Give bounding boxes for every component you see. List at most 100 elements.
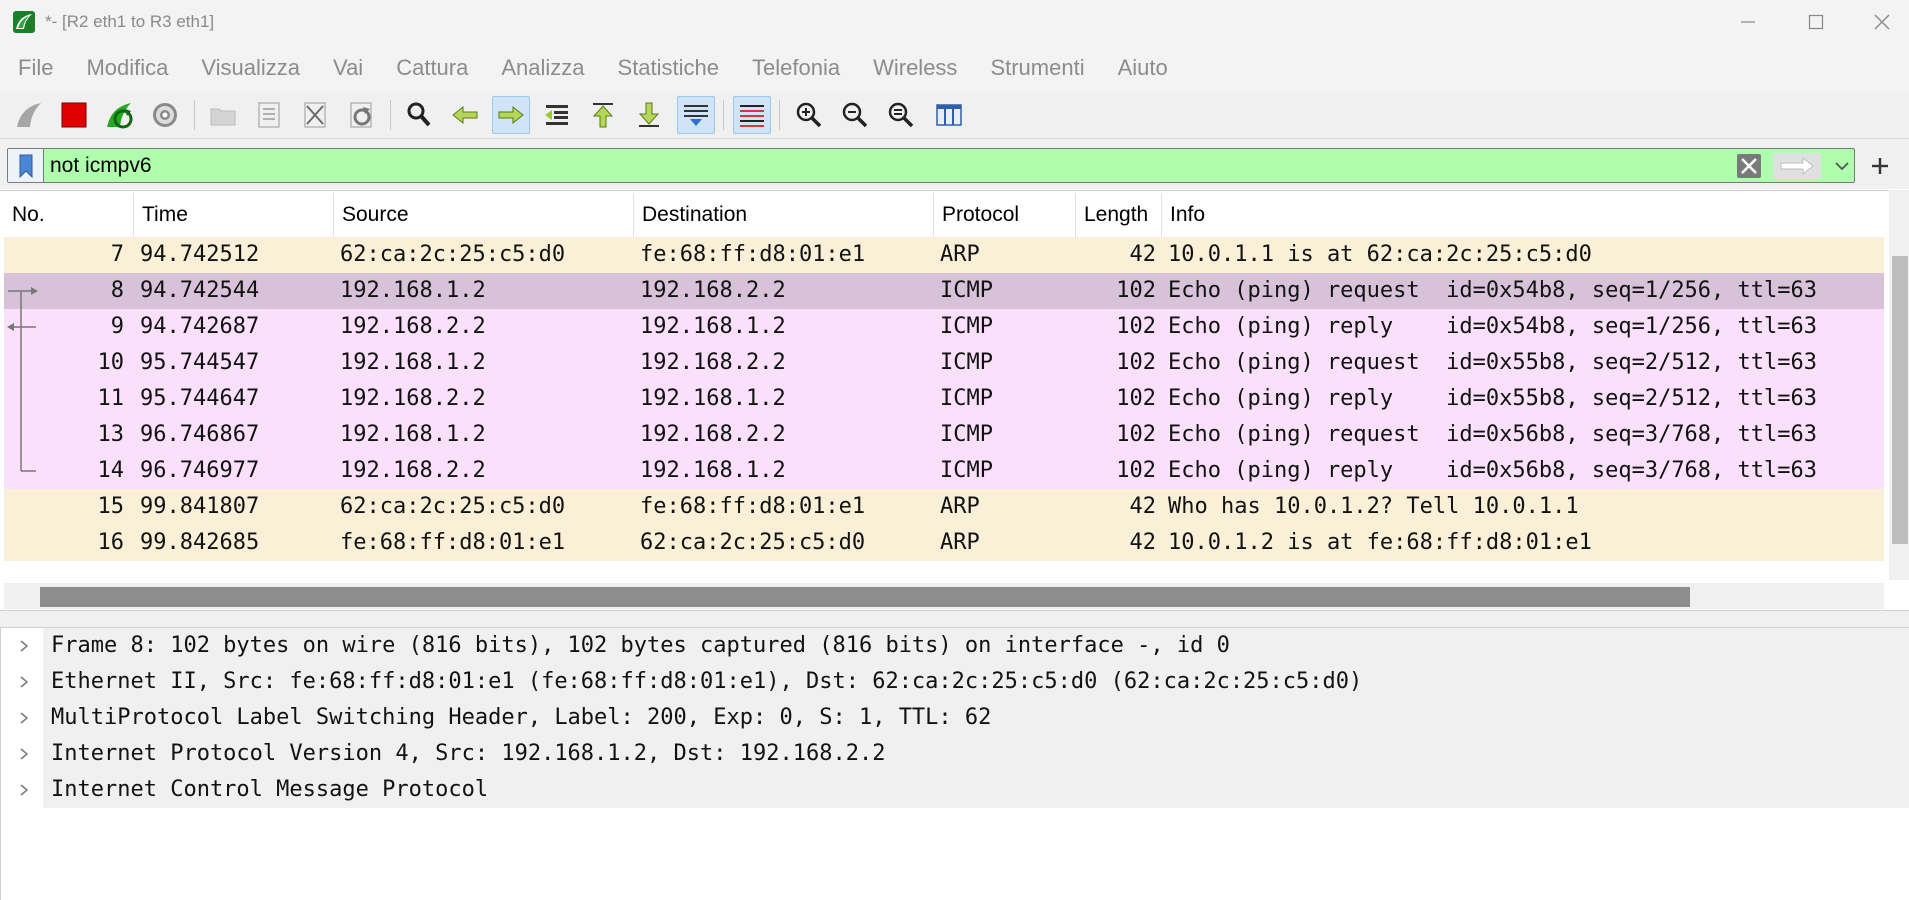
- save-file-button[interactable]: [250, 96, 288, 134]
- packet-cell-protocol: ICMP: [940, 458, 993, 483]
- column-header-source[interactable]: Source: [334, 193, 634, 237]
- go-to-packet-button[interactable]: [538, 96, 576, 134]
- packet-cell-protocol: ARP: [940, 530, 980, 555]
- restart-capture-button[interactable]: [100, 96, 138, 134]
- colorize-icon: [740, 105, 764, 127]
- zoom-reset-button[interactable]: [882, 96, 920, 134]
- filter-bookmark-button[interactable]: [8, 149, 44, 182]
- stop-capture-button[interactable]: [55, 96, 93, 134]
- column-header-no[interactable]: No.: [4, 193, 134, 237]
- packet-row[interactable]: 10 95.744547 192.168.1.2 192.168.2.2 ICMP 102…: [4, 345, 1884, 381]
- minimize-button[interactable]: [1714, 0, 1782, 44]
- menu-visualizza[interactable]: Visualizza: [201, 55, 300, 81]
- packet-cell-length: 102: [1116, 278, 1156, 303]
- menu-strumenti[interactable]: Strumenti: [990, 55, 1084, 81]
- packet-details-pane: Frame 8: 102 bytes on wire (816 bits), 1…: [0, 628, 1909, 900]
- detail-tree-text: MultiProtocol Label Switching Header, La…: [51, 705, 992, 730]
- menu-aiuto[interactable]: Aiuto: [1118, 55, 1168, 81]
- open-file-button[interactable]: [204, 96, 242, 134]
- autoscroll-button[interactable]: [677, 96, 715, 134]
- find-packet-button[interactable]: [400, 96, 438, 134]
- expand-chevron-button[interactable]: [17, 664, 31, 700]
- chevron-right-icon: [20, 712, 29, 724]
- colorize-button[interactable]: [733, 96, 771, 134]
- zoom-in-button[interactable]: [790, 96, 828, 134]
- capture-options-button[interactable]: [146, 96, 184, 134]
- packet-list-vertical-scroll-thumb[interactable]: [1892, 256, 1908, 544]
- go-back-arrow-icon: [452, 105, 478, 125]
- menu-wireless[interactable]: Wireless: [873, 55, 957, 81]
- close-window-button[interactable]: [1848, 0, 1909, 44]
- packet-cell-no: 10: [97, 350, 125, 375]
- packet-cell-destination: fe:68:ff:d8:01:e1: [640, 494, 866, 519]
- packet-cell-length: 102: [1116, 422, 1156, 447]
- bookmark-icon: [19, 154, 32, 178]
- menu-vai[interactable]: Vai: [333, 55, 363, 81]
- detail-tree-item[interactable]: Frame 8: 102 bytes on wire (816 bits), 1…: [1, 628, 1909, 664]
- detail-tree-item[interactable]: Internet Protocol Version 4, Src: 192.16…: [1, 736, 1909, 772]
- packet-row[interactable]: 11 95.744647 192.168.2.2 192.168.1.2 ICMP 102…: [4, 381, 1884, 417]
- expand-chevron-button[interactable]: [17, 736, 31, 772]
- packet-cell-info: Echo (ping) reply id=0x56b8, seq=3/768, …: [1168, 458, 1818, 483]
- filter-history-dropdown[interactable]: [1830, 152, 1854, 179]
- packet-row[interactable]: 14 96.746977 192.168.2.2 192.168.1.2 ICMP 102…: [4, 453, 1884, 489]
- menu-statistiche[interactable]: Statistiche: [618, 55, 720, 81]
- detail-tree-item[interactable]: Internet Control Message Protocol: [1, 772, 1909, 808]
- menu-file[interactable]: File: [18, 55, 53, 81]
- chevron-right-icon: [20, 784, 29, 796]
- filter-clear-button[interactable]: [1734, 152, 1764, 179]
- packet-row[interactable]: 7 94.742512 62:ca:2c:25:c5:d0 fe:68:ff:d8:0…: [4, 237, 1884, 273]
- column-header-protocol[interactable]: Protocol: [934, 193, 1076, 237]
- menu-cattura[interactable]: Cattura: [396, 55, 468, 81]
- first-packet-button[interactable]: [584, 96, 622, 134]
- maximize-icon: [1808, 14, 1824, 30]
- column-header-length[interactable]: Length: [1076, 193, 1162, 237]
- reload-file-button[interactable]: [342, 96, 380, 134]
- plus-icon: [1871, 157, 1888, 174]
- packet-cell-destination: 192.168.1.2: [640, 386, 786, 411]
- packet-cell-length: 102: [1116, 386, 1156, 411]
- zoom-out-button[interactable]: [836, 96, 874, 134]
- last-packet-button[interactable]: [630, 96, 668, 134]
- pane-splitter[interactable]: [0, 610, 1909, 628]
- detail-tree-item[interactable]: Ethernet II, Src: fe:68:ff:d8:01:e1 (fe:…: [1, 664, 1909, 700]
- menu-telefonia[interactable]: Telefonia: [752, 55, 840, 81]
- go-back-button[interactable]: [446, 96, 484, 134]
- detail-tree-item[interactable]: MultiProtocol Label Switching Header, La…: [1, 700, 1909, 736]
- filter-apply-button[interactable]: [1772, 152, 1822, 179]
- packet-row[interactable]: 15 99.841807 62:ca:2c:25:c5:d0 fe:68:ff:d8:…: [4, 489, 1884, 525]
- apply-arrow-icon: [1773, 152, 1821, 179]
- column-header-destination[interactable]: Destination: [634, 193, 934, 237]
- first-packet-icon: [592, 103, 614, 128]
- packet-row[interactable]: 16 99.842685 fe:68:ff:d8:01:e1 62:ca:2c:25:…: [4, 525, 1884, 561]
- packet-cell-info: Echo (ping) request id=0x54b8, seq=1/256…: [1168, 278, 1818, 303]
- expand-chevron-button[interactable]: [17, 628, 31, 664]
- display-filter-bar: [0, 139, 1909, 189]
- resize-columns-button[interactable]: [930, 96, 968, 134]
- packet-cell-time: 94.742512: [140, 242, 260, 267]
- packet-cell-protocol: ICMP: [940, 350, 993, 375]
- menu-modifica[interactable]: Modifica: [86, 55, 168, 81]
- packet-cell-protocol: ARP: [940, 242, 980, 267]
- packet-row[interactable]: 9 94.742687 192.168.2.2 192.168.1.2 ICMP 102 E…: [4, 309, 1884, 345]
- packet-list-horizontal-scroll-thumb[interactable]: [40, 587, 1690, 607]
- expand-chevron-button[interactable]: [17, 700, 31, 736]
- packet-cell-time: 94.742544: [140, 278, 260, 303]
- expand-chevron-button[interactable]: [17, 772, 31, 808]
- start-capture-button[interactable]: [10, 96, 48, 134]
- menu-analizza[interactable]: Analizza: [501, 55, 584, 81]
- packet-row[interactable]: 13 96.746867 192.168.1.2 192.168.2.2 ICMP 102…: [4, 417, 1884, 453]
- detail-tree-text: Internet Control Message Protocol: [51, 777, 489, 802]
- column-header-info[interactable]: Info: [1162, 193, 1884, 237]
- close-file-icon: [304, 102, 326, 128]
- zoom-in-icon: [796, 102, 822, 128]
- column-header-time[interactable]: Time: [134, 193, 334, 237]
- display-filter-input[interactable]: [50, 149, 1730, 182]
- add-filter-button[interactable]: [1862, 148, 1897, 183]
- close-file-button[interactable]: [296, 96, 334, 134]
- maximize-button[interactable]: [1782, 0, 1850, 44]
- menu-bar: File Modifica Visualizza Vai Cattura Ana…: [0, 44, 1909, 92]
- packet-cell-source: fe:68:ff:d8:01:e1: [340, 530, 566, 555]
- go-forward-button[interactable]: [492, 96, 530, 134]
- packet-row[interactable]: 8 94.742544 192.168.1.2 192.168.2.2 ICMP 102 E…: [4, 273, 1884, 309]
